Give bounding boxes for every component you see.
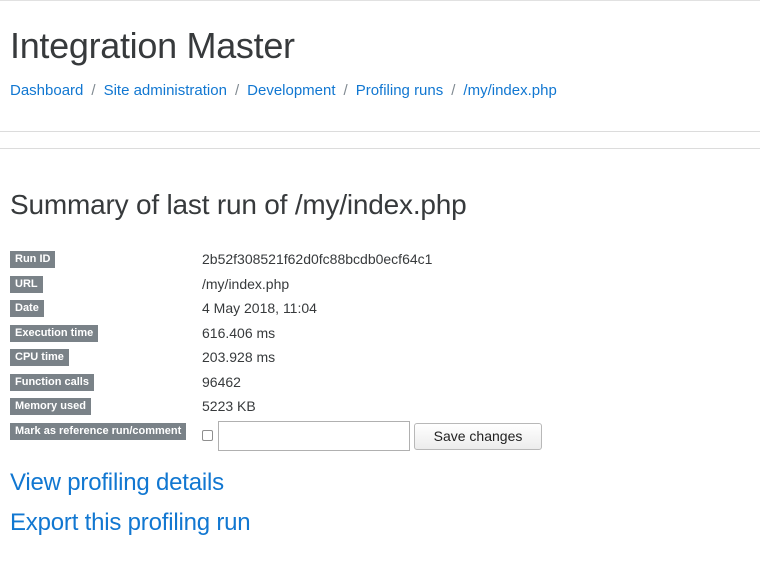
view-profiling-details-link[interactable]: View profiling details	[10, 468, 224, 498]
function-calls-value: 96462	[202, 373, 241, 390]
export-profiling-run-link[interactable]: Export this profiling run	[10, 508, 251, 538]
divider	[0, 131, 760, 132]
breadcrumb-separator: /	[91, 82, 96, 99]
row-function-calls: Function calls 96462	[10, 372, 750, 397]
url-label: URL	[10, 275, 43, 293]
memory-used-label: Memory used	[10, 398, 91, 415]
row-execution-time: Execution time 616.406 ms	[10, 323, 750, 348]
summary-heading: Summary of last run of /my/index.php	[10, 189, 467, 220]
row-cpu-time: CPU time 203.928 ms	[10, 347, 750, 372]
breadcrumb-item-dashboard[interactable]: Dashboard	[10, 82, 83, 99]
row-reference: Mark as reference run/comment Save chang…	[10, 420, 750, 451]
run-summary-table: Run ID 2b52f308521f62d0fc88bcdb0ecf64c1 …	[10, 249, 750, 451]
breadcrumb: Dashboard / Site administration / Developmen…	[10, 81, 557, 101]
site-title: Integration Master	[10, 25, 295, 66]
breadcrumb-separator: /	[451, 82, 456, 99]
date-value: 4 May 2018, 11:04	[202, 300, 317, 316]
row-memory-used: Memory used 5223 KB	[10, 396, 750, 421]
breadcrumb-item-profiling-runs[interactable]: Profiling runs	[356, 82, 444, 99]
execution-time-value: 616.406 ms	[202, 324, 276, 341]
date-label: Date	[10, 300, 44, 317]
top-border	[0, 0, 760, 1]
cpu-time-label: CPU time	[10, 349, 69, 366]
row-run-id: Run ID 2b52f308521f62d0fc88bcdb0ecf64c1	[10, 249, 750, 274]
breadcrumb-separator: /	[234, 82, 240, 99]
row-url: URL /my/index.php	[10, 274, 750, 299]
save-changes-button[interactable]: Save changes	[414, 422, 542, 450]
breadcrumb-separator: /	[343, 82, 348, 99]
run-id-label: Run ID	[10, 251, 56, 268]
url-value: /my/index.php	[202, 275, 290, 292]
run-id-value: 2b52f308521f62d0fc88bcdb0ecf64c1	[202, 251, 433, 267]
breadcrumb-item-current-page[interactable]: /my/index.php	[463, 82, 556, 99]
execution-time-label: Execution time	[10, 324, 99, 342]
reference-checkbox[interactable]	[202, 429, 213, 441]
cpu-time-value: 203.928 ms	[202, 349, 276, 365]
divider	[0, 148, 760, 149]
breadcrumb-item-site-administration[interactable]: Site administration	[104, 82, 227, 99]
comment-input[interactable]	[218, 420, 410, 451]
reference-label: Mark as reference run/comment	[10, 422, 187, 440]
memory-used-value: 5223 KB	[202, 398, 256, 414]
row-date: Date 4 May 2018, 11:04	[10, 298, 750, 323]
function-calls-label: Function calls	[10, 373, 94, 391]
breadcrumb-item-development[interactable]: Development	[247, 82, 335, 99]
page: Integration Master Dashboard / Site admini…	[0, 0, 760, 566]
